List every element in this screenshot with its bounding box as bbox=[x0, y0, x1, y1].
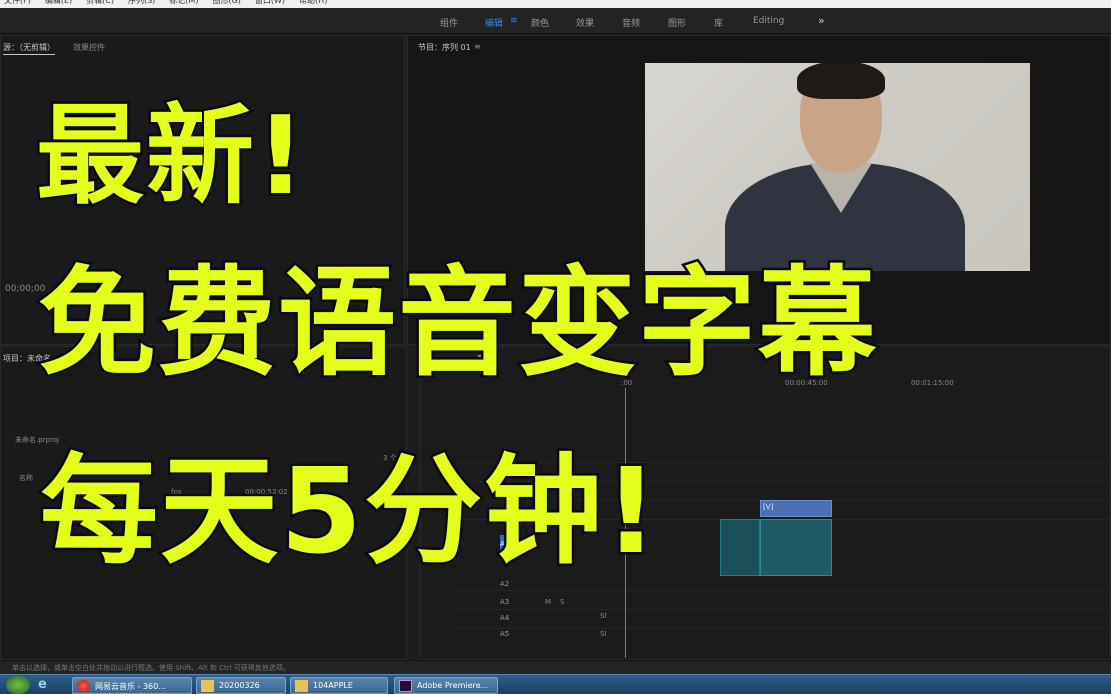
folder-icon bbox=[201, 680, 214, 692]
audio-clip[interactable] bbox=[760, 519, 832, 576]
menu-help[interactable]: 帮助(H) bbox=[299, 0, 327, 8]
taskbar-item-folder-2[interactable]: 104APPLE bbox=[290, 677, 388, 694]
workspace-overflow-icon[interactable]: » bbox=[818, 14, 825, 27]
workspace-menu-icon[interactable]: ≡ bbox=[510, 16, 518, 26]
taskbar-item-music-label: 网易云音乐 - 360... bbox=[95, 682, 166, 691]
premiere-icon bbox=[399, 680, 412, 692]
sync-lock-a5[interactable]: SI bbox=[600, 630, 607, 638]
taskbar-item-folder-2-label: 104APPLE bbox=[313, 681, 353, 690]
track-row-a4 bbox=[456, 609, 1111, 628]
workspace-assembly[interactable]: 组件 bbox=[440, 16, 458, 29]
windows-taskbar: e 网易云音乐 - 360... 20200326 104APPLE Adobe… bbox=[0, 674, 1111, 694]
taskbar-item-premiere-label: Adobe Premiere... bbox=[417, 681, 489, 690]
ie-icon[interactable]: e bbox=[38, 678, 58, 692]
taskbar-item-folder-1-label: 20200326 bbox=[219, 681, 260, 690]
person-hair bbox=[797, 63, 885, 99]
effect-controls-tab[interactable]: 效果控件 bbox=[73, 42, 105, 53]
taskbar-item-music[interactable]: 网易云音乐 - 360... bbox=[72, 677, 192, 694]
status-text: 单击以选择，或单击空白处并拖动以进行框选。使用 Shift、Alt 和 Ctrl… bbox=[12, 664, 290, 672]
source-tab[interactable]: 源：（无剪辑） bbox=[3, 42, 55, 55]
program-video-frame bbox=[645, 63, 1030, 271]
column-name-header[interactable]: 名称 bbox=[19, 473, 33, 483]
track-row-a5 bbox=[456, 628, 1111, 647]
video-clip-label: [V] bbox=[763, 503, 774, 511]
workspace-graphics[interactable]: 图形 bbox=[668, 16, 686, 29]
workspace-libraries[interactable]: 库 bbox=[714, 16, 723, 29]
menu-clip[interactable]: 剪辑(C) bbox=[86, 0, 114, 8]
taskbar-item-folder-1[interactable]: 20200326 bbox=[196, 677, 286, 694]
menu-bar: 文件(F) 编辑(E) 剪辑(C) 序列(S) 标记(M) 图形(G) 窗口(W… bbox=[0, 0, 1111, 8]
workspace-editing[interactable]: 编辑 bbox=[485, 16, 503, 29]
mute-button-a3[interactable]: M bbox=[545, 598, 551, 606]
video-clip[interactable]: [V] bbox=[760, 500, 832, 517]
sync-lock-a4[interactable]: SI bbox=[600, 612, 607, 620]
track-label-a5[interactable]: A5 bbox=[500, 630, 509, 638]
start-button-icon[interactable] bbox=[6, 676, 30, 694]
status-bar: 单击以选择，或单击空白处并拖动以进行框选。使用 Shift、Alt 和 Ctrl… bbox=[0, 660, 1111, 674]
menu-graphics[interactable]: 图形(G) bbox=[212, 0, 240, 8]
workspace-bar: 组件 编辑 ≡ 颜色 效果 音频 图形 库 Editing » bbox=[0, 8, 1111, 34]
track-label-a4[interactable]: A4 bbox=[500, 614, 509, 622]
menu-marker[interactable]: 标记(M) bbox=[169, 0, 198, 8]
music-app-icon bbox=[77, 680, 90, 692]
ruler-tick-1m15s: 00:01:15:00 bbox=[911, 379, 954, 387]
program-tab[interactable]: 节目：序列 01 bbox=[418, 42, 471, 53]
audio-clip-segment[interactable] bbox=[720, 519, 760, 576]
menu-edit[interactable]: 编辑(E) bbox=[45, 0, 72, 8]
track-label-a3[interactable]: A3 bbox=[500, 598, 509, 606]
workspace-editing-custom[interactable]: Editing bbox=[753, 16, 784, 26]
workspace-audio[interactable]: 音频 bbox=[622, 16, 640, 29]
program-menu-icon[interactable]: ≡ bbox=[474, 42, 481, 51]
menu-sequence[interactable]: 序列(S) bbox=[128, 0, 155, 8]
overlay-title-line-1: 最新! bbox=[33, 92, 308, 222]
menu-file[interactable]: 文件(F) bbox=[4, 0, 31, 8]
workspace-effects[interactable]: 效果 bbox=[576, 16, 594, 29]
track-row-a3 bbox=[456, 590, 1111, 609]
taskbar-item-premiere[interactable]: Adobe Premiere... bbox=[394, 677, 498, 694]
overlay-title-line-2: 免费语音变字幕 bbox=[35, 252, 879, 395]
menu-window[interactable]: 窗口(W) bbox=[255, 0, 285, 8]
overlay-title-line-3: 每天5分钟! bbox=[38, 440, 661, 583]
folder-icon bbox=[295, 680, 308, 692]
solo-button-a3[interactable]: S bbox=[560, 598, 564, 606]
workspace-color[interactable]: 颜色 bbox=[531, 16, 549, 29]
